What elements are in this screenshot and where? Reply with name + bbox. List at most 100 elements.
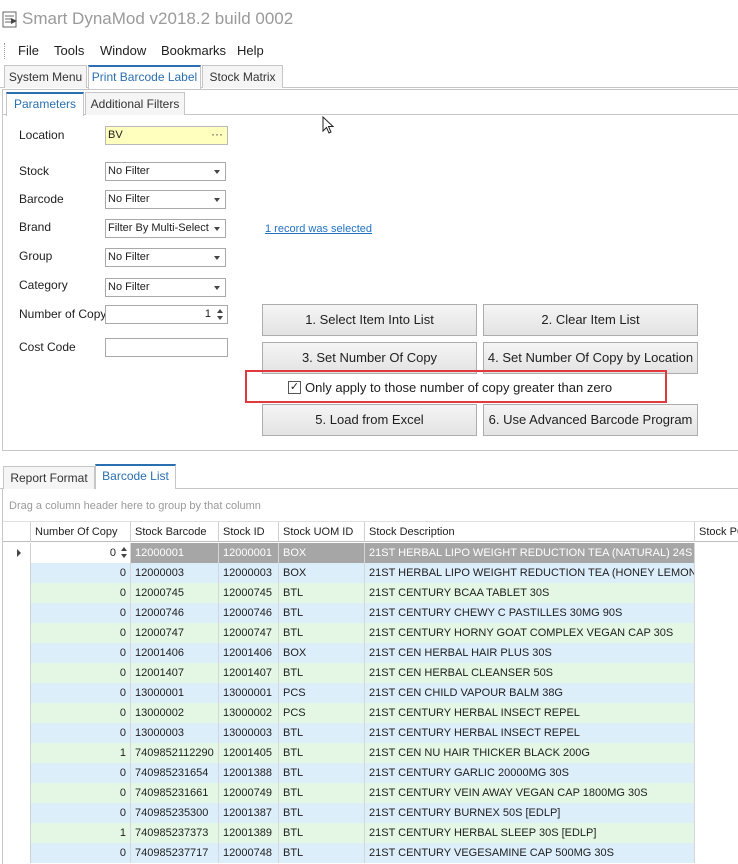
tab-barcode-list[interactable]: Barcode List (95, 464, 176, 489)
tab-system-menu[interactable]: System Menu (4, 65, 87, 88)
row-indicator[interactable] (3, 663, 31, 683)
cell-stock-id[interactable]: 12000747 (219, 623, 279, 643)
cell-number-of-copy[interactable]: 0 (31, 763, 131, 783)
cell-stock-description[interactable]: 21ST CENTURY GARLIC 20000MG 30S (365, 763, 695, 783)
group-dropdown[interactable]: No Filter (105, 248, 226, 267)
cell-stock-uom-id[interactable]: PCS (279, 683, 365, 703)
cell-stock-id[interactable]: 13000002 (219, 703, 279, 723)
cell-stock-id[interactable]: 12000001 (219, 543, 279, 563)
cell-stock-pc[interactable] (695, 823, 738, 843)
spin-up-icon[interactable] (121, 547, 127, 551)
cell-stock-id[interactable]: 12000749 (219, 783, 279, 803)
cell-stock-description[interactable]: 21ST CENTURY HORNY GOAT COMPLEX VEGAN CA… (365, 623, 695, 643)
table-row[interactable]: 0 740985231654 12001388 BTL 21ST CENTURY GAR… (3, 763, 738, 783)
cell-stock-pc[interactable] (695, 763, 738, 783)
row-indicator[interactable] (3, 723, 31, 743)
cell-stock-barcode[interactable]: 12000747 (131, 623, 219, 643)
cell-stock-description[interactable]: 21ST CEN NU HAIR THICKER BLACK 200G (365, 743, 695, 763)
category-dropdown[interactable]: No Filter (105, 278, 226, 297)
cell-number-of-copy[interactable]: 0 (31, 683, 131, 703)
row-indicator[interactable] (3, 563, 31, 583)
table-row[interactable]: 0 12000746 12000746 BTL 21ST CENTURY CHEWY C… (3, 603, 738, 623)
cell-stock-pc[interactable] (695, 783, 738, 803)
menu-file[interactable]: File (18, 43, 39, 58)
cell-stock-uom-id[interactable]: BTL (279, 823, 365, 843)
cell-stock-id[interactable]: 12001407 (219, 663, 279, 683)
row-indicator[interactable] (3, 683, 31, 703)
column-header-stock-barcode[interactable]: Stock Barcode (131, 522, 219, 542)
table-row[interactable]: 0 740985235300 12001387 BTL 21ST CENTURY BUR… (3, 803, 738, 823)
cell-number-of-copy[interactable]: 1 (31, 743, 131, 763)
cell-stock-pc[interactable] (695, 603, 738, 623)
cell-stock-uom-id[interactable]: BTL (279, 623, 365, 643)
cell-stock-barcode[interactable]: 13000001 (131, 683, 219, 703)
spin-down-icon[interactable] (121, 554, 127, 558)
cell-stock-barcode[interactable]: 12001407 (131, 663, 219, 683)
cell-stock-barcode[interactable]: 12000001 (131, 543, 219, 563)
table-row[interactable]: 0 13000003 13000003 BTL 21ST CENTURY HERBAL … (3, 723, 738, 743)
row-indicator[interactable] (3, 603, 31, 623)
cell-number-of-copy[interactable]: 0 (31, 843, 131, 863)
cell-stock-barcode[interactable]: 12001406 (131, 643, 219, 663)
cell-stock-pc[interactable] (695, 683, 738, 703)
spin-down-icon[interactable] (217, 316, 223, 320)
cost-code-input[interactable] (105, 338, 228, 357)
cell-stock-description[interactable]: 21ST CENTURY BCAA TABLET 30S (365, 583, 695, 603)
menu-bookmarks[interactable]: Bookmarks (161, 43, 226, 58)
cell-stock-description[interactable]: 21ST CENTURY VEGESAMINE CAP 500MG 30S (365, 843, 695, 863)
column-header-stock-uom-id[interactable]: Stock UOM ID (279, 522, 365, 542)
table-row[interactable]: 0 13000001 13000001 PCS 21ST CEN CHILD VAPOU… (3, 683, 738, 703)
cell-stock-id[interactable]: 12000745 (219, 583, 279, 603)
cell-stock-description[interactable]: 21ST CENTURY BURNEX 50S [EDLP] (365, 803, 695, 823)
cell-stock-pc[interactable] (695, 643, 738, 663)
cell-number-of-copy[interactable]: 0 (31, 803, 131, 823)
number-of-copy-stepper[interactable]: 1 (105, 305, 228, 324)
use-advanced-barcode-program-button[interactable]: 6. Use Advanced Barcode Program (483, 404, 698, 436)
cell-stock-barcode[interactable]: 12000746 (131, 603, 219, 623)
clear-item-list-button[interactable]: 2. Clear Item List (483, 304, 698, 336)
cell-stock-description[interactable]: 21ST CENTURY HERBAL INSECT REPEL (365, 703, 695, 723)
column-header-number-of-copy[interactable]: Number Of Copy (31, 522, 131, 542)
menu-help[interactable]: Help (237, 43, 264, 58)
load-from-excel-button[interactable]: 5. Load from Excel (262, 404, 477, 436)
row-indicator[interactable] (3, 763, 31, 783)
cell-stock-id[interactable]: 12001389 (219, 823, 279, 843)
cell-stock-barcode[interactable]: 13000003 (131, 723, 219, 743)
cell-stock-id[interactable]: 12000003 (219, 563, 279, 583)
cell-number-of-copy[interactable]: 0 (31, 583, 131, 603)
table-row[interactable]: 0 12000001 12000001 BOX 21ST HERBAL LIPO WEI… (3, 543, 738, 563)
cell-stock-description[interactable]: 21ST HERBAL LIPO WEIGHT REDUCTION TEA (N… (365, 543, 695, 563)
cell-number-of-copy[interactable]: 1 (31, 823, 131, 843)
tab-additional-filters[interactable]: Additional Filters (85, 92, 185, 115)
cell-number-of-copy[interactable]: 0 (31, 703, 131, 723)
brand-dropdown[interactable]: Filter By Multi-Select (105, 219, 226, 238)
row-indicator[interactable] (3, 643, 31, 663)
cell-stock-barcode[interactable]: 7409852112290 (131, 743, 219, 763)
row-indicator[interactable] (3, 703, 31, 723)
cell-stock-pc[interactable] (695, 843, 738, 863)
cell-stock-barcode[interactable]: 740985235300 (131, 803, 219, 823)
cell-stock-id[interactable]: 12001406 (219, 643, 279, 663)
cell-stock-barcode[interactable]: 740985237717 (131, 843, 219, 863)
cell-stock-uom-id[interactable]: BTL (279, 783, 365, 803)
cell-stock-uom-id[interactable]: PCS (279, 703, 365, 723)
only-apply-checkbox[interactable]: ✓ (288, 381, 301, 394)
spin-up-icon[interactable] (217, 309, 223, 313)
cell-number-of-copy[interactable]: 0 (31, 783, 131, 803)
table-row[interactable]: 1 740985237373 12001389 BTL 21ST CENTURY HER… (3, 823, 738, 843)
menu-tools[interactable]: Tools (54, 43, 84, 58)
row-indicator[interactable] (3, 623, 31, 643)
table-row[interactable]: 0 13000002 13000002 PCS 21ST CENTURY HERBAL … (3, 703, 738, 723)
group-by-hint[interactable]: Drag a column header here to group by th… (3, 489, 738, 522)
cell-stock-id[interactable]: 12001387 (219, 803, 279, 823)
cell-stock-pc[interactable] (695, 743, 738, 763)
cell-stock-barcode[interactable]: 12000745 (131, 583, 219, 603)
cell-stock-id[interactable]: 12000746 (219, 603, 279, 623)
cell-stock-pc[interactable] (695, 723, 738, 743)
table-row[interactable]: 0 740985231661 12000749 BTL 21ST CENTURY VEI… (3, 783, 738, 803)
cell-number-of-copy[interactable]: 0 (31, 623, 131, 643)
row-indicator[interactable] (3, 543, 31, 563)
cell-stock-id[interactable]: 12001388 (219, 763, 279, 783)
row-spin-buttons[interactable] (120, 545, 129, 560)
cell-stock-barcode[interactable]: 12000003 (131, 563, 219, 583)
